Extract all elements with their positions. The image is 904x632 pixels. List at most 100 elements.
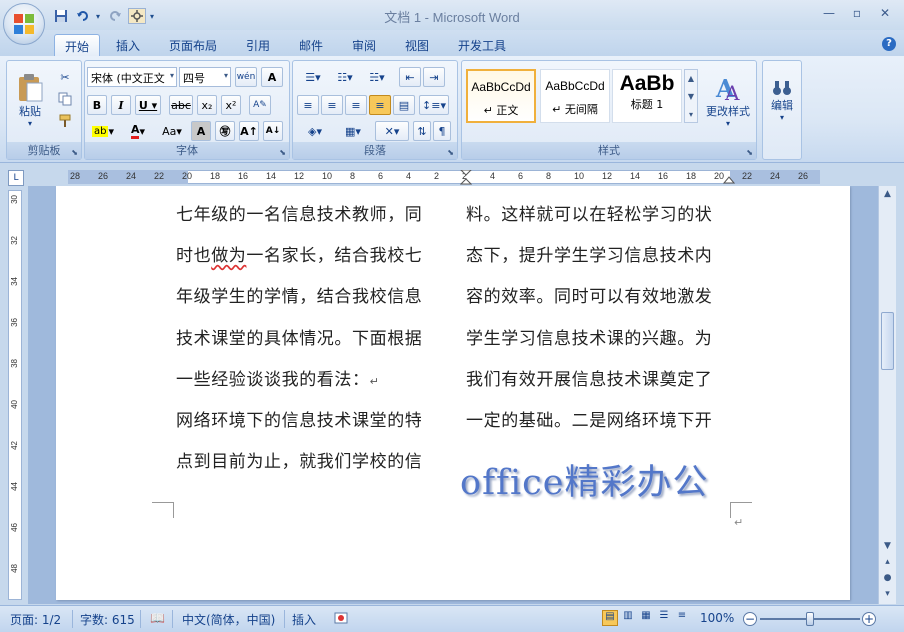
tab-page-layout[interactable]: 页面布局 xyxy=(159,34,227,56)
word-count[interactable]: 字数: 615 xyxy=(80,611,135,628)
multilevel-list-icon[interactable]: ☵▾ xyxy=(361,67,393,87)
select-browse-object-icon[interactable]: ● xyxy=(881,572,894,585)
text-highlight-icon[interactable]: ab ▾ xyxy=(87,121,119,141)
strikethrough-icon[interactable]: abc xyxy=(169,95,193,115)
grow-font-icon[interactable]: A↑ xyxy=(239,121,259,141)
zoom-out-icon[interactable]: − xyxy=(743,612,757,626)
superscript-icon[interactable]: x² xyxy=(221,95,241,115)
ruler-tick-label: 6 xyxy=(378,171,384,181)
line-spacing-icon[interactable]: ↕≡▾ xyxy=(419,95,449,115)
distributed-icon[interactable]: ▤ xyxy=(393,95,415,115)
title-bar: ▾ ▾ 文档 1 - Microsoft Word — ▫ ✕ xyxy=(0,0,904,30)
minimize-icon[interactable]: — xyxy=(816,4,842,22)
tab-references[interactable]: 引用 xyxy=(236,34,280,56)
numbering-icon[interactable]: ☷▾ xyxy=(329,67,361,87)
spelling-error-segment: 做为 xyxy=(211,246,247,267)
ruler-tick-label: 14 xyxy=(630,171,641,181)
show-marks-icon[interactable]: ¶ xyxy=(433,121,451,141)
tab-mailings[interactable]: 邮件 xyxy=(289,34,333,56)
scroll-thumb[interactable] xyxy=(881,312,894,370)
bold-icon[interactable]: B xyxy=(87,95,107,115)
align-center-icon[interactable]: ≡ xyxy=(321,95,343,115)
language-indicator[interactable]: 中文(简体，中国) xyxy=(182,611,275,628)
tab-view[interactable]: 视图 xyxy=(395,34,439,56)
page[interactable]: 七年级的一名信息技术教师，同 时也做为一名家长，结合我校七 年级学生的学情，结合… xyxy=(56,186,850,600)
phonetic-guide-icon[interactable]: wén xyxy=(235,67,257,87)
underline-icon[interactable]: U ▾ xyxy=(135,95,161,115)
right-indent-marker-icon[interactable] xyxy=(723,172,735,184)
zoom-level[interactable]: 100% xyxy=(700,611,734,625)
font-size-combo[interactable]: 四号 ▾ xyxy=(179,67,231,87)
borders-icon[interactable]: ▦▾ xyxy=(335,121,371,141)
decrease-indent-icon[interactable]: ⇤ xyxy=(399,67,421,87)
vertical-scrollbar[interactable]: ▲ ▼ ▴ ● ▾ xyxy=(878,186,896,604)
vertical-ruler[interactable]: 30 32 34 36 38 40 42 44 46 48 xyxy=(8,190,22,600)
scroll-down-icon[interactable]: ▼ xyxy=(881,540,894,553)
full-screen-reading-icon[interactable]: ▥ xyxy=(620,610,636,626)
align-left-icon[interactable]: ≡ xyxy=(297,95,319,115)
binoculars-icon xyxy=(773,80,791,95)
paragraph-launcher-icon[interactable]: ⬊ xyxy=(447,148,454,157)
bullets-icon[interactable]: ☰▾ xyxy=(297,67,329,87)
scroll-up-icon[interactable]: ▲ xyxy=(881,188,894,201)
next-page-icon[interactable]: ▾ xyxy=(881,588,894,601)
office-button[interactable] xyxy=(3,3,45,45)
shrink-font-icon[interactable]: A↓ xyxy=(263,121,283,141)
subscript-icon[interactable]: x₂ xyxy=(197,95,217,115)
vruler-tick-label: 48 xyxy=(10,564,19,573)
shading-icon[interactable]: ◈▾ xyxy=(297,121,333,141)
outline-icon[interactable]: ☰ xyxy=(656,610,672,626)
page-count[interactable]: 页面: 1/2 xyxy=(10,611,61,628)
zoom-slider-handle[interactable] xyxy=(806,612,814,626)
tab-home[interactable]: 开始 xyxy=(54,34,101,56)
zoom-in-icon[interactable]: + xyxy=(862,612,876,626)
font-color-icon[interactable]: A ▾ xyxy=(123,121,153,141)
style-heading-1[interactable]: AaBb 标题 1 xyxy=(612,69,682,123)
change-styles-button[interactable]: AA 更改样式 ▾ xyxy=(702,65,754,135)
clear-formatting-icon[interactable]: A✎ xyxy=(249,95,271,115)
character-border-icon[interactable]: A xyxy=(261,67,283,87)
column-1[interactable]: 七年级的一名信息技术教师，同 时也做为一名家长，结合我校七 年级学生的学情，结合… xyxy=(176,200,444,488)
insert-mode[interactable]: 插入 xyxy=(292,611,316,628)
format-painter-icon[interactable] xyxy=(55,111,75,131)
column-2[interactable]: 料。这样就可以在轻松学习的状 态下，提升学生学习信息技术内 容的效率。同时可以有… xyxy=(466,200,734,447)
tab-insert[interactable]: 插入 xyxy=(106,34,150,56)
horizontal-ruler[interactable]: 28 26 24 22 20 18 16 14 12 10 8 6 4 2 2 4 6 8 10 12 14 16 18 20… xyxy=(30,170,878,186)
justify-icon[interactable]: ≡ xyxy=(369,95,391,115)
style-normal[interactable]: AaBbCcDd ↵ 正文 xyxy=(466,69,536,123)
macro-recording-icon[interactable] xyxy=(334,611,348,628)
styles-scroll[interactable]: ▲ ▼ ▾ xyxy=(684,69,698,123)
draft-icon[interactable]: ≡ xyxy=(674,610,690,626)
style-no-spacing[interactable]: AaBbCcDd ↵ 无间隔 xyxy=(540,69,610,123)
font-name-combo[interactable]: 宋体 (中文正文 ▾ xyxy=(87,67,177,87)
enclose-characters-icon[interactable]: ㊢ xyxy=(215,121,235,141)
print-layout-icon[interactable]: ▤ xyxy=(602,610,618,626)
paragraph-group: ☰▾ ☷▾ ☵▾ ⇤ ⇥ ≡ ≡ ≡ ≡ ▤ ↕≡▾ ◈▾ ▦▾ ✕▾ ⇅ ¶ … xyxy=(292,60,458,160)
maximize-icon[interactable]: ▫ xyxy=(844,4,870,22)
change-case-icon[interactable]: Aa▾ xyxy=(157,121,187,141)
chinese-layout-icon[interactable]: ✕▾ xyxy=(375,121,409,141)
clipboard-launcher-icon[interactable]: ⬊ xyxy=(71,148,78,157)
indent-marker-icon[interactable] xyxy=(460,170,472,186)
styles-launcher-icon[interactable]: ⬊ xyxy=(746,148,753,157)
svg-text:A: A xyxy=(724,81,740,103)
font-launcher-icon[interactable]: ⬊ xyxy=(279,148,286,157)
ruler-tab-selector[interactable]: L xyxy=(8,170,24,186)
character-shading-icon[interactable]: A xyxy=(191,121,211,141)
tab-developer[interactable]: 开发工具 xyxy=(448,34,516,56)
increase-indent-icon[interactable]: ⇥ xyxy=(423,67,445,87)
proofing-icon[interactable]: 📖 xyxy=(150,611,165,625)
cut-icon[interactable]: ✂ xyxy=(55,67,75,87)
align-right-icon[interactable]: ≡ xyxy=(345,95,367,115)
paste-button[interactable]: 粘贴 ▾ xyxy=(11,65,49,135)
italic-icon[interactable]: I xyxy=(111,95,131,115)
sort-icon[interactable]: ⇅ xyxy=(413,121,431,141)
tab-review[interactable]: 审阅 xyxy=(342,34,386,56)
close-icon[interactable]: ✕ xyxy=(872,4,898,22)
help-icon[interactable]: ? xyxy=(882,37,896,51)
document-area[interactable]: 七年级的一名信息技术教师，同 时也做为一名家长，结合我校七 年级学生的学情，结合… xyxy=(28,186,878,604)
web-layout-icon[interactable]: ▦ xyxy=(638,610,654,626)
copy-icon[interactable] xyxy=(55,89,75,109)
editing-button[interactable]: 编辑 ▾ xyxy=(765,65,799,135)
previous-page-icon[interactable]: ▴ xyxy=(881,556,894,569)
